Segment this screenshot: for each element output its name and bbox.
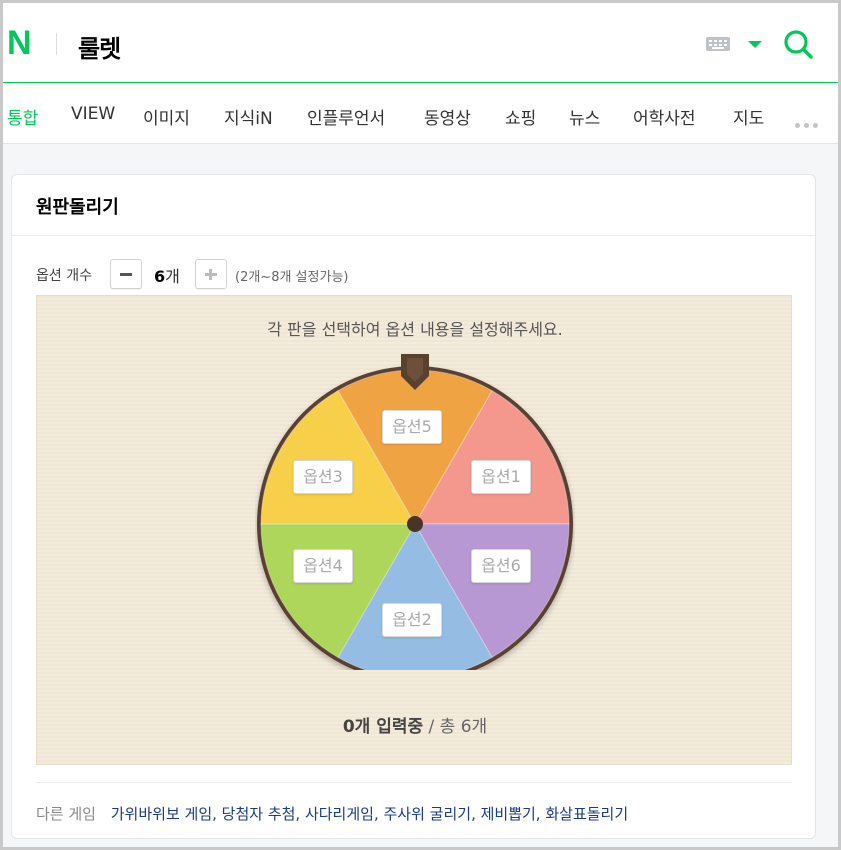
tab-images[interactable]: 이미지: [143, 104, 190, 129]
search-icon[interactable]: [783, 29, 813, 59]
tab-news[interactable]: 뉴스: [569, 104, 600, 129]
slice-label-5[interactable]: 옵션5: [382, 410, 442, 444]
tab-map[interactable]: 지도: [733, 104, 764, 129]
tab-shopping[interactable]: 쇼핑: [505, 104, 536, 129]
option-count-unit: 개: [165, 267, 180, 286]
option-count-label: 옵션 개수: [36, 268, 92, 284]
status-separator: /: [423, 717, 440, 737]
slice-label-6[interactable]: 옵션6: [471, 549, 531, 583]
keyboard-icon[interactable]: [706, 37, 730, 51]
slice-label-2[interactable]: 옵션2: [382, 603, 442, 637]
option-count-number: 6: [154, 267, 166, 286]
tab-all[interactable]: 통합: [7, 104, 38, 129]
browser-frame: N 룰렛 통합 VIEW 이미지 지식iN 인플루언서 동영상 쇼핑 뉴스 어학…: [0, 0, 841, 850]
search-tabs: 통합 VIEW 이미지 지식iN 인플루언서 동영상 쇼핑 뉴스 어학사전 지도: [3, 84, 838, 144]
status-total: 총 6개: [439, 717, 488, 737]
increase-button[interactable]: [195, 259, 227, 289]
other-games-label: 다른 게임: [36, 805, 96, 823]
roulette-board: 각 판을 선택하여 옵션 내용을 설정해주세요. 옵션1 옵션6 옵션2 옵션4…: [36, 295, 792, 765]
tab-view[interactable]: VIEW: [71, 104, 115, 124]
other-games-links[interactable]: 가위바위보 게임, 당첨자 추첨, 사다리게임, 주사위 굴리기, 제비뽑기, …: [111, 805, 628, 823]
option-count-value: 6개: [154, 263, 180, 287]
logo-separator: [56, 33, 57, 55]
more-icon[interactable]: [795, 113, 822, 132]
other-games: 다른 게임 가위바위보 게임, 당첨자 추첨, 사다리게임, 주사위 굴리기, …: [36, 803, 628, 824]
tab-kin[interactable]: 지식iN: [224, 104, 273, 129]
decrease-button[interactable]: [110, 259, 142, 289]
wheel-center-pin: [407, 516, 423, 532]
input-status: 0개 입력중 / 총 6개: [37, 712, 793, 737]
minus-icon: [120, 273, 132, 276]
board-instruction: 각 판을 선택하여 옵션 내용을 설정해주세요.: [267, 320, 563, 339]
tab-dictionary[interactable]: 어학사전: [633, 104, 696, 129]
chevron-down-icon[interactable]: [748, 41, 762, 48]
option-range-hint: (2개~8개 설정가능): [235, 270, 349, 285]
status-count: 0개 입력중: [342, 717, 424, 737]
divider: [36, 782, 792, 783]
header: N 룰렛: [3, 3, 838, 83]
tab-video[interactable]: 동영상: [424, 104, 471, 129]
slice-label-1[interactable]: 옵션1: [471, 460, 531, 494]
naver-logo[interactable]: N: [7, 26, 37, 60]
roulette-card: 원판돌리기 옵션 개수 6개 (2개~8개 설정가능) 각 판을 선택하여 옵션…: [11, 174, 816, 839]
tab-influencer[interactable]: 인플루언서: [307, 104, 385, 129]
slice-label-4[interactable]: 옵션4: [293, 549, 353, 583]
divider: [12, 235, 815, 236]
search-query[interactable]: 룰렛: [78, 29, 121, 64]
slice-label-3[interactable]: 옵션3: [293, 460, 353, 494]
card-title: 원판돌리기: [36, 197, 119, 218]
